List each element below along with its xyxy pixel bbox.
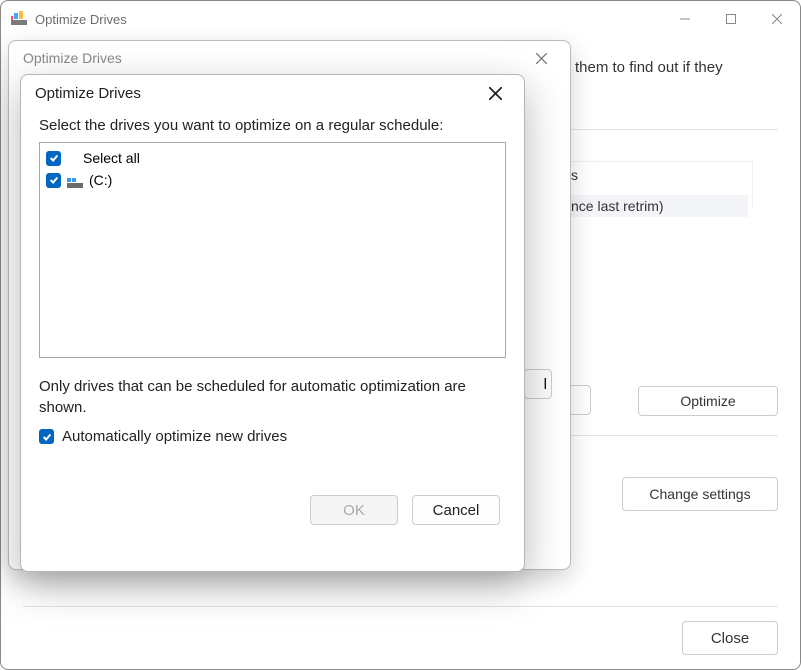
optimize-button[interactable]: Optimize: [638, 386, 778, 416]
drive-checklist[interactable]: Select all (C:): [39, 142, 506, 358]
select-all-row[interactable]: Select all: [46, 147, 499, 169]
choose-title: Optimize Drives: [35, 85, 480, 102]
disk-icon: [67, 175, 83, 185]
close-window-button[interactable]: [754, 1, 800, 37]
main-close-button[interactable]: Close: [682, 621, 778, 655]
choose-close-button[interactable]: [480, 78, 510, 108]
main-title: Optimize Drives: [35, 12, 662, 27]
schedule-title: Optimize Drives: [23, 50, 526, 66]
auto-optimize-row[interactable]: Automatically optimize new drives: [39, 428, 506, 445]
desc-text-fragment: them to find out if they: [575, 59, 723, 76]
choose-prompt: Select the drives you want to optimize o…: [39, 117, 506, 134]
choose-note: Only drives that can be scheduled for au…: [39, 376, 506, 418]
choose-drives-dialog: Optimize Drives Select the drives you wa…: [20, 74, 525, 572]
select-all-label: Select all: [83, 150, 140, 166]
choose-body: Select the drives you want to optimize o…: [21, 111, 524, 525]
choose-cancel-button[interactable]: Cancel: [412, 495, 500, 525]
auto-optimize-checkbox[interactable]: [39, 429, 54, 444]
select-all-checkbox[interactable]: [46, 151, 61, 166]
drive-row-c[interactable]: (C:): [46, 169, 499, 191]
table-border-fragment: [571, 161, 753, 209]
choose-button-row: OK Cancel: [39, 495, 506, 525]
choose-ok-button[interactable]: OK: [310, 495, 398, 525]
change-settings-button[interactable]: Change settings: [622, 477, 778, 511]
schedule-titlebar: Optimize Drives: [9, 41, 570, 75]
maximize-button[interactable]: [708, 1, 754, 37]
app-icon: [11, 11, 27, 27]
minimize-button[interactable]: [662, 1, 708, 37]
schedule-close-button[interactable]: [526, 43, 556, 73]
mid-cancel-fragment[interactable]: l: [524, 369, 552, 399]
drive-c-checkbox[interactable]: [46, 173, 61, 188]
auto-optimize-label: Automatically optimize new drives: [62, 428, 287, 445]
window-controls: [662, 1, 800, 37]
divider-bottom: [23, 606, 778, 607]
mid-cancel-label-fragment: l: [544, 376, 547, 393]
choose-titlebar: Optimize Drives: [21, 75, 524, 111]
drive-c-label: (C:): [89, 172, 112, 188]
main-titlebar: Optimize Drives: [1, 1, 800, 37]
